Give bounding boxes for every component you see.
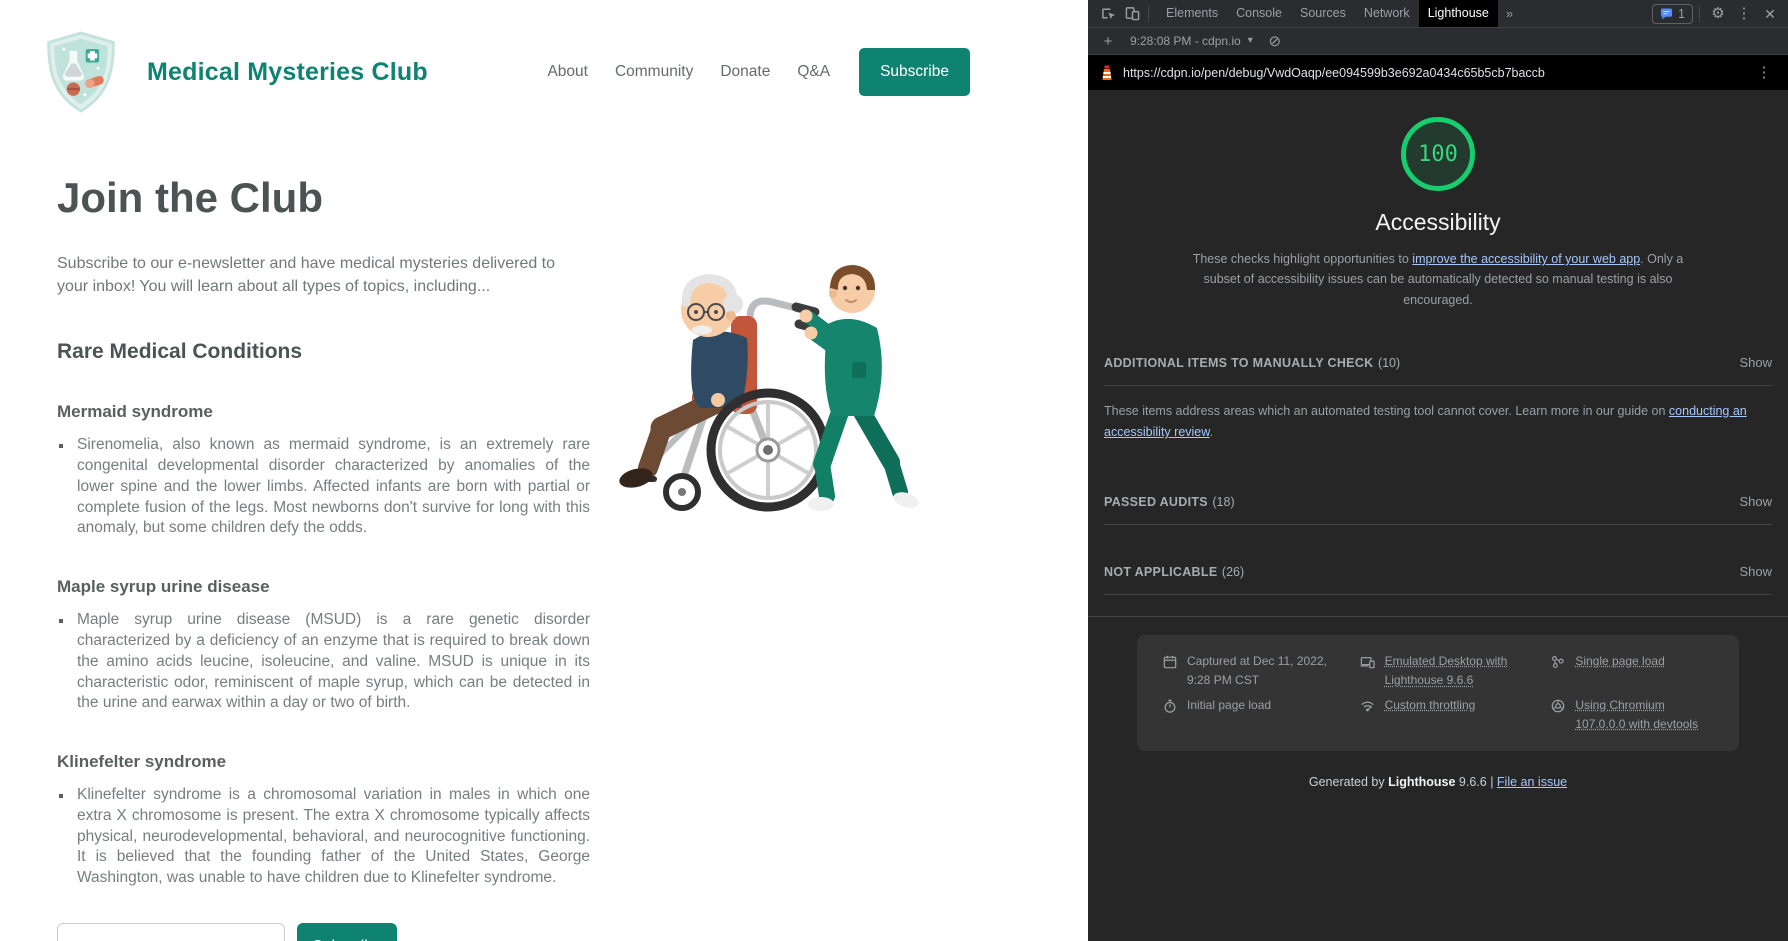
- improve-accessibility-link[interactable]: improve the accessibility of your web ap…: [1412, 252, 1640, 266]
- category-title: Accessibility: [1104, 209, 1772, 236]
- browser-version: Using Chromium 107.0.0.0 with devtools: [1551, 696, 1713, 734]
- tab-lighthouse[interactable]: Lighthouse: [1419, 0, 1498, 27]
- form-subscribe-button[interactable]: Subscribe: [297, 923, 397, 941]
- section-title: NOT APPLICABLE: [1104, 565, 1217, 579]
- show-passed-audits-button[interactable]: Show: [1739, 494, 1772, 509]
- devtools-toolbar: Elements Console Sources Network Lightho…: [1088, 0, 1788, 28]
- club-shield-logo: [41, 30, 121, 114]
- nav-about[interactable]: About: [547, 63, 588, 81]
- section-divider: [1104, 594, 1772, 595]
- run-label: 9:28:08 PM - cdpn.io: [1130, 34, 1241, 48]
- device-toolbar-icon[interactable]: [1120, 2, 1144, 26]
- runtime-settings-card: Captured at Dec 11, 2022, 9:28 PM CST Em…: [1137, 635, 1739, 751]
- condition-list: Klinefelter syndrome is a chromosomal va…: [57, 785, 590, 889]
- settings-gear-icon[interactable]: ⚙: [1706, 2, 1730, 26]
- tab-sources[interactable]: Sources: [1291, 0, 1355, 27]
- clear-reports-icon[interactable]: ⊘: [1263, 29, 1287, 53]
- condition-description: Klinefelter syndrome is a chromosomal va…: [73, 785, 590, 889]
- new-audit-icon[interactable]: +: [1096, 29, 1120, 53]
- lighthouse-favicon: [1100, 65, 1114, 81]
- nav-qa[interactable]: Q&A: [797, 63, 830, 81]
- report-footer-divider: [1088, 616, 1788, 617]
- show-manual-checks-button[interactable]: Show: [1739, 355, 1772, 370]
- chromium-icon: [1551, 699, 1565, 713]
- toolbar-right-controls: 1 ⚙ ⋮ ✕: [1652, 2, 1782, 26]
- category-description: These checks highlight opportunities to …: [1192, 249, 1684, 310]
- nav-community[interactable]: Community: [615, 63, 693, 81]
- header-subscribe-button[interactable]: Subscribe: [859, 48, 970, 96]
- file-an-issue-link[interactable]: File an issue: [1497, 775, 1567, 789]
- calendar-icon: [1163, 655, 1177, 669]
- section-title: ADDITIONAL ITEMS TO MANUALLY CHECK: [1104, 356, 1373, 370]
- kebab-menu-icon[interactable]: ⋮: [1732, 2, 1756, 26]
- chat-bubble-icon: [1660, 8, 1673, 20]
- single-page-load-link[interactable]: Single page load: [1575, 652, 1664, 690]
- manual-checks-note: These items address areas which an autom…: [1104, 401, 1772, 444]
- stopwatch-icon: [1163, 699, 1177, 713]
- toolbar-divider: [1148, 6, 1149, 22]
- nodes-icon: [1551, 655, 1565, 669]
- devtools-tabs: Elements Console Sources Network Lightho…: [1157, 0, 1498, 27]
- show-not-applicable-button[interactable]: Show: [1739, 564, 1772, 579]
- page-load-type: Single page load: [1551, 652, 1713, 690]
- lighthouse-brand: Lighthouse: [1388, 775, 1455, 789]
- inspect-element-icon[interactable]: [1096, 2, 1120, 26]
- more-tabs-icon[interactable]: »: [1498, 0, 1521, 27]
- toolbar-divider: [1699, 6, 1700, 22]
- score-value: 100: [1418, 142, 1458, 167]
- emulated-device-link[interactable]: Emulated Desktop with Lighthouse 9.6.6: [1385, 652, 1530, 690]
- tab-console[interactable]: Console: [1227, 0, 1291, 27]
- condition-list: Sirenomelia, also known as mermaid syndr…: [57, 435, 590, 539]
- url-kebab-menu-icon[interactable]: ⋮: [1752, 61, 1776, 85]
- issues-badge[interactable]: 1: [1652, 4, 1693, 24]
- condition-description: Maple syrup urine disease (MSUD) is a ra…: [73, 610, 590, 714]
- section-not-applicable: NOT APPLICABLE (26) Show: [1104, 563, 1772, 595]
- section-passed-audits: PASSED AUDITS (18) Show: [1104, 493, 1772, 525]
- nav-donate[interactable]: Donate: [720, 63, 770, 81]
- custom-throttling-link[interactable]: Custom throttling: [1385, 696, 1476, 734]
- section-divider: [1104, 385, 1772, 386]
- emulated-device: Emulated Desktop with Lighthouse 9.6.6: [1360, 652, 1530, 690]
- close-devtools-icon[interactable]: ✕: [1758, 2, 1782, 26]
- condition-title-msud: Maple syrup urine disease: [57, 577, 590, 597]
- subscribe-form: Subscribe: [57, 923, 590, 941]
- initial-page-load: Initial page load: [1163, 696, 1338, 734]
- capture-time: Captured at Dec 11, 2022, 9:28 PM CST: [1163, 652, 1338, 690]
- accessibility-score-gauge[interactable]: 100: [1401, 117, 1475, 191]
- section-title: Rare Medical Conditions: [57, 340, 590, 364]
- throttling: Custom throttling: [1360, 696, 1530, 734]
- condition-list: Maple syrup urine disease (MSUD) is a ra…: [57, 610, 590, 714]
- report-url: https://cdpn.io/pen/debug/VwdOaqp/ee0945…: [1123, 66, 1743, 80]
- chromium-version-link[interactable]: Using Chromium 107.0.0.0 with devtools: [1575, 696, 1713, 734]
- page-content: Join the Club Subscribe to our e-newslet…: [57, 174, 590, 941]
- caret-down-icon: ▾: [1248, 36, 1253, 46]
- section-title: PASSED AUDITS: [1104, 495, 1208, 509]
- page-title: Join the Club: [57, 174, 590, 222]
- issues-count: 1: [1678, 7, 1685, 21]
- report-run-selector[interactable]: 9:28:08 PM - cdpn.io ▾: [1130, 34, 1253, 48]
- section-divider: [1104, 524, 1772, 525]
- website-pane: Medical Mysteries Club About Community D…: [0, 0, 1088, 941]
- lighthouse-report: 100 Accessibility These checks highlight…: [1088, 90, 1788, 941]
- brand-title: Medical Mysteries Club: [147, 58, 428, 87]
- section-manual-checks: ADDITIONAL ITEMS TO MANUALLY CHECK (10) …: [1104, 354, 1772, 444]
- condition-title-mermaid: Mermaid syndrome: [57, 402, 590, 422]
- wheelchair-illustration: [600, 232, 935, 522]
- condition-title-klinefelter: Klinefelter syndrome: [57, 752, 590, 772]
- network-throttle-icon: [1360, 699, 1375, 713]
- generated-by-line: Generated by Lighthouse 9.6.6 | File an …: [1104, 775, 1772, 789]
- devices-icon: [1360, 655, 1375, 669]
- site-header: Medical Mysteries Club About Community D…: [0, 0, 1088, 114]
- intro-text: Subscribe to our e-newsletter and have m…: [57, 252, 590, 298]
- tab-network[interactable]: Network: [1355, 0, 1419, 27]
- report-url-bar: https://cdpn.io/pen/debug/VwdOaqp/ee0945…: [1088, 55, 1788, 90]
- condition-description: Sirenomelia, also known as mermaid syndr…: [73, 435, 590, 539]
- lighthouse-run-bar: + 9:28:08 PM - cdpn.io ▾ ⊘: [1088, 28, 1788, 55]
- main-nav: About Community Donate Q&A Subscribe: [547, 48, 970, 96]
- devtools-panel: Elements Console Sources Network Lightho…: [1088, 0, 1788, 941]
- email-input[interactable]: [57, 923, 285, 941]
- tab-elements[interactable]: Elements: [1157, 0, 1227, 27]
